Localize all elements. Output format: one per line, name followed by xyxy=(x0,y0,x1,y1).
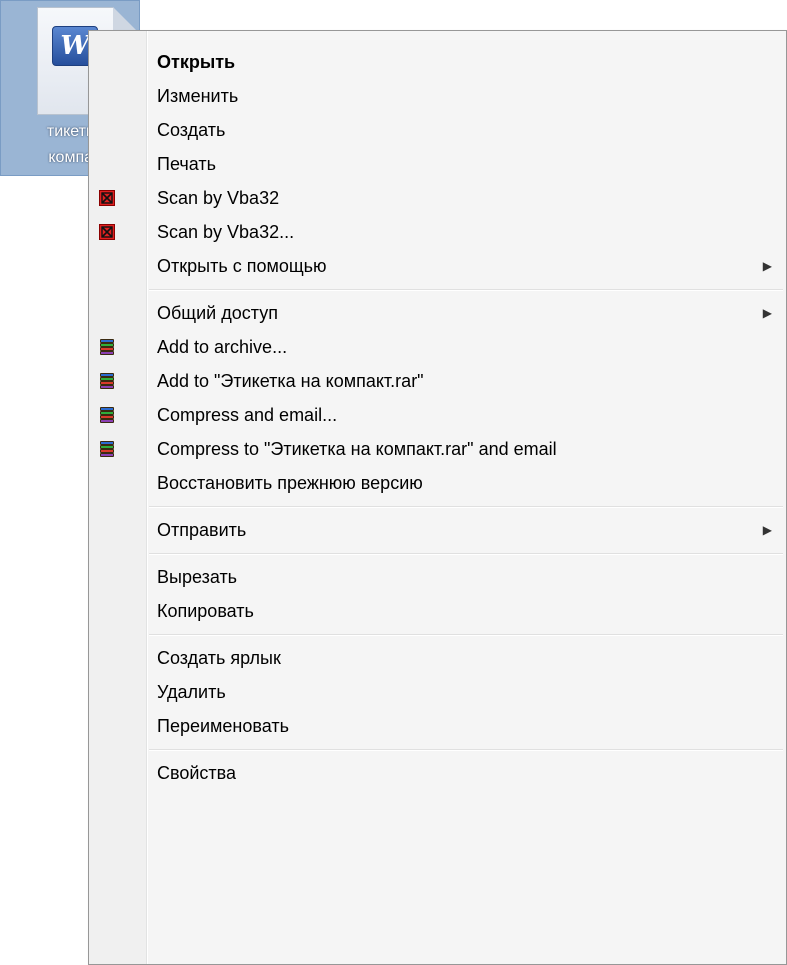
menu-item-17[interactable]: Вырезать xyxy=(89,560,786,594)
vba32-icon xyxy=(99,190,115,206)
menu-item-label: Add to archive... xyxy=(157,337,288,357)
menu-item-label: Scan by Vba32... xyxy=(157,222,295,242)
winrar-icon xyxy=(99,441,115,457)
menu-item-24[interactable]: Свойства xyxy=(89,756,786,790)
submenu-arrow-icon: ▶ xyxy=(762,523,772,537)
menu-item-label: Add to "Этикетка на компакт.rar" xyxy=(157,371,424,391)
page-fold xyxy=(113,7,137,31)
menu-item-11[interactable]: Compress and email... xyxy=(89,398,786,432)
menu-item-10[interactable]: Add to "Этикетка на компакт.rar" xyxy=(89,364,786,398)
menu-item-12[interactable]: Compress to "Этикетка на компакт.rar" an… xyxy=(89,432,786,466)
menu-item-label: Создать xyxy=(157,120,226,140)
menu-item-22[interactable]: Переименовать xyxy=(89,709,786,743)
menu-item-2[interactable]: Создать xyxy=(89,113,786,147)
menu-item-label: Изменить xyxy=(157,86,239,106)
menu-item-label: Создать ярлык xyxy=(157,648,281,668)
menu-item-3[interactable]: Печать xyxy=(89,147,786,181)
menu-item-1[interactable]: Изменить xyxy=(89,79,786,113)
menu-item-label: Восстановить прежнюю версию xyxy=(157,473,423,493)
desktop-file-label-line2: компа xyxy=(48,149,93,166)
vba32-icon xyxy=(99,224,115,240)
winrar-book-stripe xyxy=(100,385,114,389)
menu-item-6[interactable]: Открыть с помощью ▶ xyxy=(89,249,786,283)
menu-item-label: Compress and email... xyxy=(157,405,338,425)
menu-item-label: Печать xyxy=(157,154,216,174)
menu-item-5[interactable]: Scan by Vba32... xyxy=(89,215,786,249)
menu-item-20[interactable]: Создать ярлык xyxy=(89,641,786,675)
menu-separator xyxy=(89,283,786,296)
desktop-file-label: тикетк компа xyxy=(1,119,93,171)
menu-item-label: Отправить xyxy=(157,520,247,540)
menu-separator xyxy=(89,743,786,756)
menu-item-4[interactable]: Scan by Vba32 xyxy=(89,181,786,215)
winrar-book-stripe xyxy=(100,351,114,355)
menu-item-label: Compress to "Этикетка на компакт.rar" an… xyxy=(157,439,557,459)
winrar-icon xyxy=(99,339,115,355)
menu-item-label: Открыть xyxy=(157,52,236,72)
menu-item-label: Общий доступ xyxy=(157,303,278,323)
menu-item-8[interactable]: Общий доступ ▶ xyxy=(89,296,786,330)
menu-item-15[interactable]: Отправить ▶ xyxy=(89,513,786,547)
menu-item-0[interactable]: Открыть xyxy=(89,45,786,79)
menu-item-18[interactable]: Копировать xyxy=(89,594,786,628)
submenu-arrow-icon: ▶ xyxy=(762,306,772,320)
menu-list: Открыть Изменить Создать Печать Scan by Vba3… xyxy=(89,45,786,790)
menu-item-label: Переименовать xyxy=(157,716,289,736)
winrar-book-stripe xyxy=(100,419,114,423)
submenu-arrow-icon: ▶ xyxy=(762,259,772,273)
context-menu: Открыть Изменить Создать Печать Scan by Vba3… xyxy=(88,30,787,965)
menu-separator xyxy=(89,547,786,560)
menu-item-9[interactable]: Add to archive... xyxy=(89,330,786,364)
menu-item-label: Копировать xyxy=(157,601,254,621)
menu-item-label: Удалить xyxy=(157,682,226,702)
menu-item-label: Свойства xyxy=(157,763,237,783)
desktop-file-label-line1: тикетк xyxy=(46,123,93,140)
menu-separator xyxy=(89,500,786,513)
winrar-book-stripe xyxy=(100,453,114,457)
menu-item-label: Вырезать xyxy=(157,567,238,587)
menu-item-label: Scan by Vba32 xyxy=(157,188,280,208)
menu-item-21[interactable]: Удалить xyxy=(89,675,786,709)
menu-item-13[interactable]: Восстановить прежнюю версию xyxy=(89,466,786,500)
winrar-icon xyxy=(99,407,115,423)
menu-item-label: Открыть с помощью xyxy=(157,256,327,276)
menu-separator xyxy=(89,628,786,641)
winrar-icon xyxy=(99,373,115,389)
